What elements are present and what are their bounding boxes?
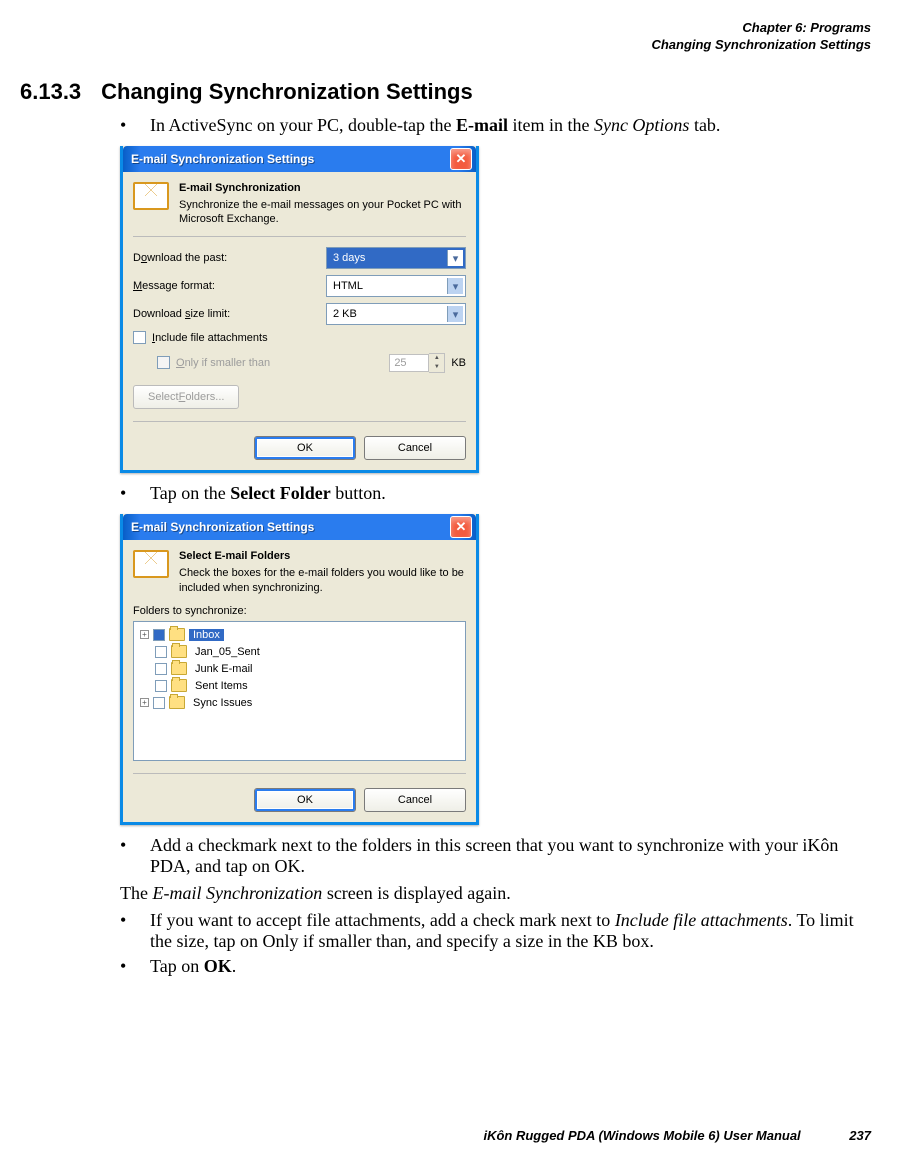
email-sync-settings-dialog: E-mail Synchronization Settings ✕ E-mail… [120,146,479,474]
folder-tree[interactable]: + Inbox Jan_05_Sent Junk E-mail [133,621,466,761]
titlebar[interactable]: E-mail Synchronization Settings ✕ [123,514,476,540]
section-title: Changing Synchronization Settings [101,79,473,105]
tree-item[interactable]: + Sync Issues [140,695,459,711]
tree-label: Sync Issues [189,697,256,709]
checkbox-icon [157,356,170,369]
tree-label: Junk E-mail [191,663,256,675]
bullet-item-3: Add a checkmark next to the folders in t… [120,835,871,877]
footer-title: iKôn Rugged PDA (Windows Mobile 6) User … [483,1128,800,1143]
bullet-item-1: In ActiveSync on your PC, double-tap the… [120,115,871,136]
include-attachments-checkbox[interactable]: Include file attachments [133,331,466,344]
tree-item[interactable]: Junk E-mail [140,661,459,677]
select-folders-button[interactable]: Select Folders... [133,385,239,409]
checkbox-icon[interactable] [155,663,167,675]
dialog-title: E-mail Synchronization Settings [131,152,314,166]
folders-sync-label: Folders to synchronize: [133,605,466,617]
chevron-down-icon: ▾ [447,250,463,266]
page-footer: iKôn Rugged PDA (Windows Mobile 6) User … [483,1128,871,1143]
download-past-select[interactable]: 3 days ▾ [326,247,466,269]
dialog-title: E-mail Synchronization Settings [131,520,314,534]
tree-item[interactable]: Sent Items [140,678,459,694]
ok-button[interactable]: OK [254,436,356,460]
bullet-item-4: If you want to accept file attachments, … [120,910,871,952]
dialog-header-title: Select E-mail Folders [179,550,466,562]
page-header: Chapter 6: Programs Changing Synchroniza… [50,20,871,54]
tree-item[interactable]: Jan_05_Sent [140,644,459,660]
only-if-smaller-checkbox: Only if smaller than [157,356,270,369]
size-limit-input: 25 [389,354,429,372]
folder-icon [169,628,185,641]
tree-label: Jan_05_Sent [191,646,264,658]
cancel-button[interactable]: Cancel [364,788,466,812]
titlebar[interactable]: E-mail Synchronization Settings ✕ [123,146,476,172]
envelope-icon [133,550,169,578]
folder-icon [171,645,187,658]
section-number: 6.13.3 [20,79,81,105]
dialog-header: E-mail Synchronization Synchronize the e… [133,182,466,227]
close-icon: ✕ [456,151,467,167]
download-size-limit-select[interactable]: 2 KB ▾ [326,303,466,325]
chevron-down-icon: ▾ [447,278,463,294]
download-size-limit-label: Download size limit: [133,308,230,320]
bullet-item-5: Tap on OK. [120,956,871,977]
select-folders-dialog: E-mail Synchronization Settings ✕ Select… [120,514,479,825]
message-format-select[interactable]: HTML ▾ [326,275,466,297]
dialog-header-title: E-mail Synchronization [179,182,466,194]
folder-icon [169,696,185,709]
section-heading: 6.13.3 Changing Synchronization Settings [20,79,871,105]
expand-icon[interactable]: + [140,698,149,707]
chapter-line: Chapter 6: Programs [50,20,871,37]
checkbox-icon [133,331,146,344]
checkbox-icon[interactable] [155,680,167,692]
paragraph: The E-mail Synchronization screen is dis… [120,883,871,904]
checkbox-icon[interactable] [153,697,165,709]
divider [133,773,466,774]
message-format-label: Message format: [133,280,215,292]
download-past-label: Download the past: [133,252,227,264]
section-line: Changing Synchronization Settings [50,37,871,54]
tree-label: Inbox [189,629,224,641]
page-number: 237 [849,1128,871,1143]
checkbox-icon[interactable] [155,646,167,658]
close-icon: ✕ [456,519,467,535]
spinner-arrows: ▲▼ [429,353,445,373]
divider [133,421,466,422]
dialog-header-desc: Check the boxes for the e-mail folders y… [179,566,466,595]
tree-item-inbox[interactable]: + Inbox [140,627,459,643]
dialog-header-desc: Synchronize the e-mail messages on your … [179,198,466,227]
folder-icon [171,679,187,692]
ok-button[interactable]: OK [254,788,356,812]
folder-icon [171,662,187,675]
envelope-icon [133,182,169,210]
close-button[interactable]: ✕ [450,516,472,538]
divider [133,236,466,237]
tree-label: Sent Items [191,680,252,692]
checkbox-icon[interactable] [153,629,165,641]
expand-icon[interactable]: + [140,630,149,639]
chevron-down-icon: ▾ [447,306,463,322]
bullet-item-2: Tap on the Select Folder button. [120,483,871,504]
dialog-header: Select E-mail Folders Check the boxes fo… [133,550,466,595]
kb-label: KB [451,357,466,369]
close-button[interactable]: ✕ [450,148,472,170]
cancel-button[interactable]: Cancel [364,436,466,460]
